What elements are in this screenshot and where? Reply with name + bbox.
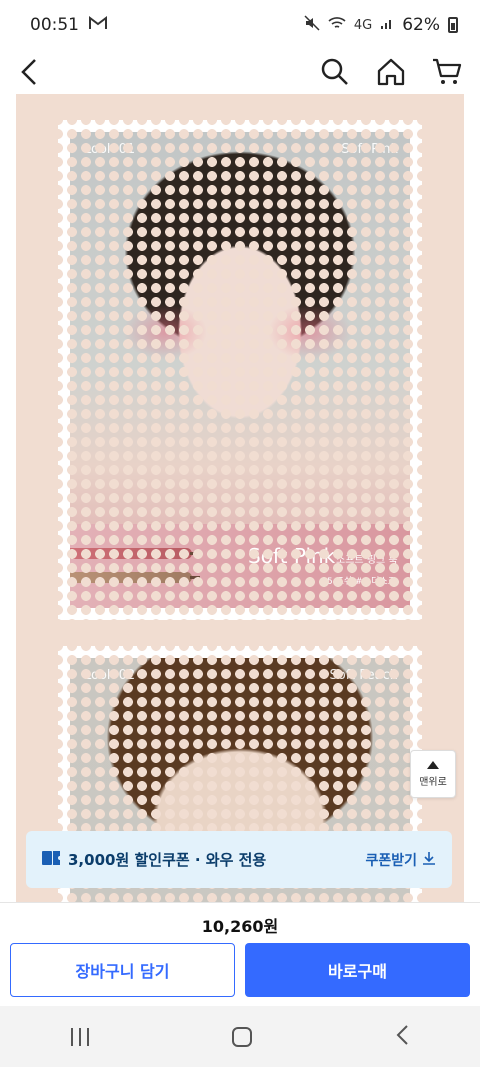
add-to-cart-button[interactable]: 장바구니 담기 [10, 943, 235, 997]
look-name: Soft Peach [329, 668, 398, 683]
recent-apps-icon[interactable] [71, 1027, 90, 1046]
signal-icon [380, 15, 394, 35]
home-nav-icon[interactable] [231, 1026, 252, 1047]
scroll-top-button[interactable]: 맨위로 [410, 750, 456, 798]
app-header [0, 50, 480, 94]
search-icon[interactable] [320, 57, 350, 87]
battery-icon [448, 17, 458, 33]
band-title: Soft Pink [248, 544, 336, 568]
buy-now-button[interactable]: 바로구매 [245, 943, 470, 997]
coupon-text: 3,000원 할인쿠폰 · 와우 전용 [68, 851, 267, 869]
status-bar: 00:51 4G 62% [0, 0, 480, 50]
download-icon [422, 851, 436, 869]
mute-icon [304, 14, 320, 36]
network-type: 4G [353, 17, 373, 33]
coupon-banner[interactable]: 3,000원 할인쿠폰 · 와우 전용 쿠폰받기 [26, 831, 452, 888]
home-icon[interactable] [376, 57, 406, 87]
scroll-top-label: 맨위로 [419, 776, 447, 788]
liner-brown [70, 572, 200, 583]
purchase-bar: 10,260원 장바구니 담기 바로구매 [0, 902, 480, 1006]
look-name: Soft Pink [341, 142, 398, 157]
back-nav-icon[interactable] [395, 1024, 409, 1050]
band-subtitle: 소프트 핑크 룩 [336, 555, 398, 566]
band-shades: #5 포쉬 #6 더스크 [319, 577, 396, 587]
look-label: Look 02 [84, 668, 136, 683]
wifi-icon [328, 15, 346, 35]
cart-icon[interactable] [432, 57, 462, 87]
coupon-download-button[interactable]: 쿠폰받기 [365, 850, 436, 870]
back-icon[interactable] [14, 57, 44, 87]
look-photo-1: Look 01 Soft Pink Soft Pink 소프트 핑크 룩 #5 … [70, 132, 410, 608]
look-label: Look 01 [84, 142, 136, 157]
battery-level: 62% [402, 15, 440, 35]
system-nav-bar [0, 1006, 480, 1067]
product-price: 10,260원 [201, 917, 279, 936]
gmail-icon [89, 15, 107, 35]
product-band: Soft Pink 소프트 핑크 룩 #5 포쉬 #6 더스크 [70, 524, 410, 608]
liner-pink [70, 548, 200, 559]
coupon-icon [42, 850, 60, 869]
look-card-1: Look 01 Soft Pink Soft Pink 소프트 핑크 룩 #5 … [58, 120, 422, 620]
product-detail-content: Look 01 Soft Pink Soft Pink 소프트 핑크 룩 #5 … [0, 94, 480, 902]
status-time: 00:51 [30, 15, 79, 35]
arrow-up-icon [427, 760, 439, 769]
coupon-action-label: 쿠폰받기 [365, 852, 417, 869]
